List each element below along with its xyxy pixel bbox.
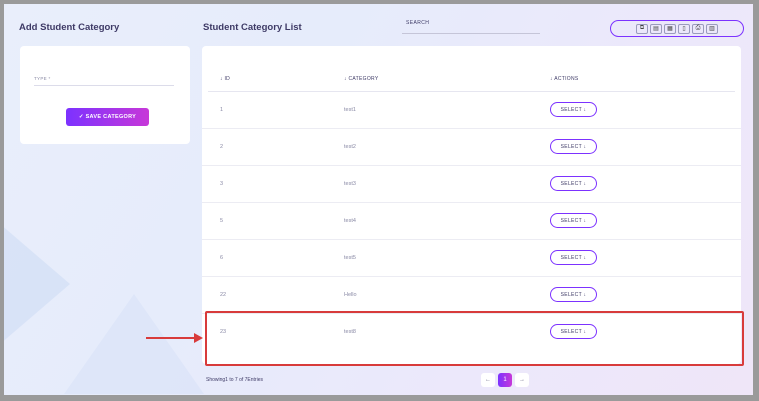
columns-icon[interactable]: ▥ xyxy=(706,23,718,34)
row-id: 3 xyxy=(220,181,224,187)
column-header-id[interactable]: ↓ ID xyxy=(220,76,230,82)
row-id: 22 xyxy=(220,292,227,298)
row-id: 6 xyxy=(220,255,224,261)
type-field-label: TYPE * xyxy=(34,76,51,81)
column-header-category[interactable]: ↓ CATEGORY xyxy=(344,76,379,82)
table-row: 3 test3 SELECT ↓ xyxy=(202,166,741,203)
copy-icon[interactable]: ⧉ xyxy=(636,23,648,34)
search-placeholder: SEARCH xyxy=(406,20,430,26)
category-list-title: Student Category List xyxy=(203,22,302,33)
row-category: test1 xyxy=(344,107,356,113)
table-row: 1 test1 SELECT ↓ xyxy=(202,92,741,129)
arrow-head-icon xyxy=(194,333,203,343)
csv-icon[interactable]: ▤ xyxy=(650,23,662,34)
add-category-title: Add Student Category xyxy=(19,22,120,33)
search-input[interactable]: SEARCH xyxy=(402,16,540,34)
row-id: 5 xyxy=(220,218,224,224)
prev-page-button[interactable]: ← xyxy=(481,373,495,387)
table-row: 22 Hello SELECT ↓ xyxy=(202,277,741,314)
table-row: 5 test4 SELECT ↓ xyxy=(202,203,741,240)
select-button[interactable]: SELECT ↓ xyxy=(550,176,597,191)
row-category: test2 xyxy=(344,144,356,150)
row-id: 1 xyxy=(220,107,224,113)
select-button[interactable]: SELECT ↓ xyxy=(550,102,597,117)
decor-triangle xyxy=(64,294,204,394)
select-button[interactable]: SELECT ↓ xyxy=(550,139,597,154)
row-id: 2 xyxy=(220,144,224,150)
page-1-button[interactable]: 1 xyxy=(498,373,512,387)
type-input[interactable] xyxy=(34,85,174,86)
excel-icon[interactable]: ▦ xyxy=(664,23,676,34)
save-category-button[interactable]: ✓ SAVE CATEGORY xyxy=(66,108,149,126)
print-icon[interactable]: ⎙ xyxy=(692,23,704,34)
row-category: test4 xyxy=(344,218,356,224)
export-toolbar: ⧉ ▤ ▦ ▯ ⎙ ▥ xyxy=(610,20,744,37)
next-page-button[interactable]: → xyxy=(515,373,529,387)
row-category: test5 xyxy=(344,255,356,261)
entries-info: Showing1 to 7 of 7Entries xyxy=(206,377,263,383)
pdf-icon[interactable]: ▯ xyxy=(678,23,690,34)
row-category: Hello xyxy=(344,292,357,298)
select-button[interactable]: SELECT ↓ xyxy=(550,287,597,302)
column-header-actions[interactable]: ↓ ACTIONS xyxy=(550,76,579,82)
add-category-card: TYPE * ✓ SAVE CATEGORY xyxy=(20,46,190,144)
highlight-box xyxy=(205,311,744,366)
decor-triangle xyxy=(4,224,70,344)
select-button[interactable]: SELECT ↓ xyxy=(550,250,597,265)
table-row: 6 test5 SELECT ↓ xyxy=(202,240,741,277)
table-row: 2 test2 SELECT ↓ xyxy=(202,129,741,166)
app-frame: Add Student Category Student Category Li… xyxy=(4,4,753,395)
select-button[interactable]: SELECT ↓ xyxy=(550,213,597,228)
row-category: test3 xyxy=(344,181,356,187)
pagination: ← 1 → xyxy=(481,373,529,387)
annotation-arrow xyxy=(146,337,196,339)
